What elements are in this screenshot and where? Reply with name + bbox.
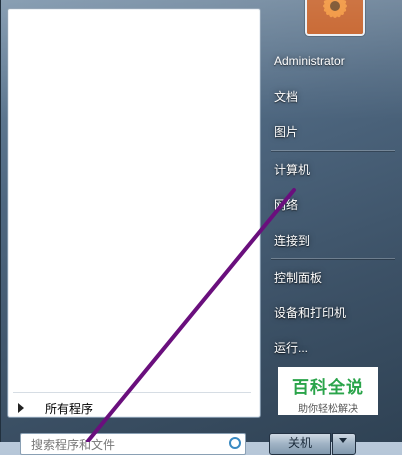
connect-to-link[interactable]: 连接到 (267, 228, 397, 252)
shutdown-options-button[interactable] (332, 433, 356, 455)
documents-link[interactable]: 文档 (267, 84, 397, 108)
run-link[interactable]: 运行... (267, 335, 397, 359)
programs-panel (7, 8, 261, 418)
programs-separator (13, 392, 251, 393)
user-avatar[interactable] (305, 0, 365, 36)
watermark-subtitle: 助你轻松解决 (298, 404, 358, 415)
all-programs-label: 所有程序 (45, 401, 94, 416)
watermark-title: 百科全说 (292, 378, 364, 397)
control-panel-link[interactable]: 控制面板 (267, 265, 397, 289)
search-input[interactable]: 搜索程序和文件 (20, 433, 246, 455)
all-programs-button[interactable]: 所有程序 (11, 398, 251, 418)
computer-link[interactable]: 计算机 (267, 157, 397, 181)
devices-printers-link[interactable]: 设备和打印机 (267, 300, 397, 324)
start-menu: 所有程序 搜索程序和文件 Administrator 文档 图片 计算机 网络 … (0, 0, 402, 455)
shutdown-button[interactable]: 关机 (269, 433, 331, 455)
flower-picture (307, 0, 363, 34)
pictures-link[interactable]: 图片 (267, 119, 397, 143)
user-name-link[interactable]: Administrator (267, 49, 397, 73)
network-link[interactable]: 网络 (267, 192, 397, 216)
search-icon[interactable] (229, 437, 241, 449)
triangle-right-icon (18, 403, 24, 413)
search-placeholder: 搜索程序和文件 (31, 437, 116, 452)
watermark-logo: 百科全说 助你轻松解决 (278, 367, 378, 415)
right-separator-1 (271, 150, 395, 151)
right-separator-2 (271, 258, 395, 259)
